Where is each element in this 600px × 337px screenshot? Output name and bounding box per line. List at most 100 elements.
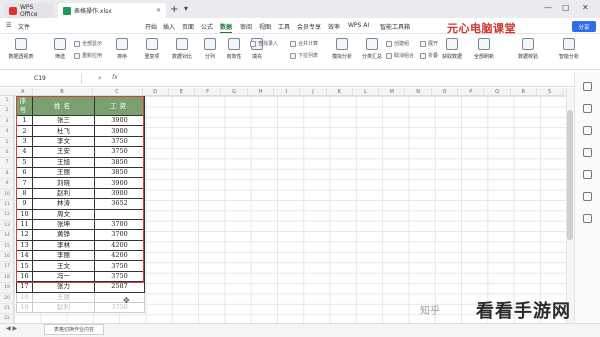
table-row[interactable]: 2 杜飞 3900 — [16, 125, 145, 137]
data-compare-button[interactable]: 数据对比 — [170, 38, 194, 60]
menu-view[interactable]: 视图 — [259, 22, 271, 31]
split-column-button[interactable]: 分列 — [198, 38, 222, 60]
column-header-k[interactable]: K — [327, 88, 353, 96]
get-data-button[interactable]: 获取数据 — [438, 38, 466, 60]
close-window-icon[interactable]: ✕ — [582, 3, 589, 12]
cell-seq[interactable]: 7 — [16, 177, 33, 189]
cell-name[interactable]: 李林 — [32, 239, 95, 252]
row-header-17[interactable]: 17 — [0, 262, 14, 273]
cell-seq[interactable]: 11 — [16, 218, 33, 231]
row-header-11[interactable]: 11 — [0, 200, 14, 211]
column-header-d[interactable]: D — [143, 88, 169, 96]
simulation-button[interactable]: 模拟分析 — [330, 38, 354, 60]
minimize-icon[interactable]: — — [544, 3, 552, 12]
create-group-button[interactable]: 创建组 — [386, 40, 409, 47]
zoom-icon[interactable]: ⌕ — [98, 74, 102, 83]
cell-salary[interactable]: 3900 — [94, 114, 145, 127]
cell-salary[interactable] — [94, 208, 145, 220]
row-header-14[interactable]: 14 — [0, 231, 14, 242]
row-header-19[interactable]: 19 — [0, 283, 14, 294]
spreadsheet-grid[interactable]: ABCDEFGHIJKLMNOPQRSTU 123456789101112131… — [0, 88, 566, 323]
close-tab-icon[interactable]: ✕ — [156, 7, 161, 14]
cell-salary[interactable]: 3750 — [94, 302, 145, 314]
cell-name[interactable]: 姓名 — [32, 96, 95, 116]
row-header-15[interactable]: 15 — [0, 242, 14, 252]
expand-button[interactable]: 展开 — [420, 40, 438, 47]
lookup-entry-button[interactable]: 查找录入 — [250, 40, 278, 47]
tab-wps-office[interactable]: WPS Office — [4, 3, 54, 18]
row-header-13[interactable]: 13 — [0, 221, 14, 232]
consolidate-button[interactable]: 合并计算 — [290, 40, 318, 47]
row-header-3[interactable]: 3 — [0, 117, 14, 128]
cell-seq[interactable]: 序号 — [16, 96, 33, 116]
table-row[interactable]: 11 张坤 3700 — [16, 218, 145, 231]
menu-insert[interactable]: 插入 — [163, 22, 175, 31]
column-header-n[interactable]: N — [406, 88, 432, 96]
sheet-nav-icon[interactable]: ◀ ▶ — [6, 325, 17, 332]
table-row[interactable]: 3 李文 3750 — [16, 135, 145, 148]
menu-review[interactable]: 审阅 — [240, 22, 252, 31]
cell-name[interactable]: 李文 — [32, 135, 95, 148]
table-row[interactable]: 8 赵利 3900 — [16, 187, 145, 200]
table-row[interactable]: 16 冯一 3750 — [16, 270, 145, 283]
cell-salary[interactable]: 3700 — [94, 218, 145, 231]
menu-data[interactable]: 数据 — [220, 22, 233, 33]
cell-seq[interactable]: 3 — [16, 135, 33, 148]
row-header-22[interactable]: 22 — [0, 314, 14, 323]
cell-seq[interactable]: 9 — [16, 198, 33, 210]
cell-salary[interactable]: 3900 — [94, 177, 145, 189]
menu-wps-ai[interactable]: WPS AI — [348, 22, 369, 29]
maximize-icon[interactable]: ▢ — [562, 3, 570, 12]
column-header-g[interactable]: G — [221, 88, 248, 96]
table-row[interactable]: 14 李丽 4200 — [16, 250, 145, 262]
row-header-5[interactable]: 5 — [0, 138, 14, 148]
cell-seq[interactable]: 18 — [16, 291, 33, 304]
column-header-q[interactable]: Q — [484, 88, 511, 96]
menu-tools[interactable]: 工具 — [278, 22, 290, 31]
row-header-10[interactable]: 10 — [0, 190, 14, 200]
cell-seq[interactable]: 12 — [16, 229, 33, 241]
collapse-button[interactable]: 折叠 — [420, 52, 438, 59]
cell-salary[interactable]: 3850 — [94, 166, 145, 179]
ungroup-button[interactable]: 取消组合 — [386, 52, 414, 59]
table-row[interactable]: 9 林涛 3652 — [16, 198, 145, 210]
style-icon[interactable] — [583, 104, 592, 113]
table-row[interactable]: 17 张力 2587 — [16, 281, 145, 293]
dropdown-list-button[interactable]: 下拉列表 — [290, 52, 318, 59]
menu-efficiency[interactable]: 效率 — [328, 22, 340, 31]
formula-input[interactable] — [124, 73, 564, 84]
help-icon[interactable] — [583, 214, 592, 223]
row-header-2[interactable]: 2 — [0, 106, 14, 117]
column-header-e[interactable]: E — [169, 88, 196, 96]
cell-salary[interactable]: 3750 — [94, 146, 145, 158]
cell-salary[interactable] — [94, 291, 145, 304]
cell-name[interactable]: 王旭 — [32, 156, 95, 168]
cell-salary[interactable]: 2587 — [94, 281, 145, 293]
row-header-12[interactable]: 12 — [0, 210, 14, 221]
reapply-button[interactable]: 重新应用 — [74, 52, 102, 59]
cell-seq[interactable]: 19 — [16, 302, 33, 314]
cell-seq[interactable]: 16 — [16, 270, 33, 283]
cell-name[interactable]: 张坤 — [32, 218, 95, 231]
table-row[interactable]: 13 李林 4200 — [16, 239, 145, 252]
table-row[interactable]: 15 王文 3750 — [16, 260, 145, 272]
name-box[interactable]: C19 — [2, 73, 82, 84]
cell-seq[interactable]: 10 — [16, 208, 33, 220]
cell-seq[interactable]: 6 — [16, 166, 33, 179]
select-icon[interactable] — [583, 82, 592, 91]
cell-salary[interactable]: 3750 — [94, 260, 145, 272]
show-all-button[interactable]: 全部显示 — [74, 40, 102, 47]
column-header-l[interactable]: L — [353, 88, 380, 96]
cell-name[interactable]: 王丽 — [32, 166, 95, 179]
cell-name[interactable]: 李丽 — [32, 250, 95, 262]
subtotal-button[interactable]: 分类汇总 — [360, 38, 384, 60]
smart-analysis-button[interactable]: 智能分析 — [554, 38, 584, 60]
row-header-16[interactable]: 16 — [0, 252, 14, 263]
sheet-tab[interactable]: 表格切换作业内容 — [44, 324, 104, 335]
cell-name[interactable]: 刘晓 — [32, 177, 95, 189]
cell-seq[interactable]: 2 — [16, 125, 33, 137]
cell-salary[interactable]: 3652 — [94, 198, 145, 210]
cell-name[interactable]: 周文 — [32, 208, 95, 220]
cell-seq[interactable]: 17 — [16, 281, 33, 293]
menu-formula[interactable]: 公式 — [201, 22, 213, 31]
